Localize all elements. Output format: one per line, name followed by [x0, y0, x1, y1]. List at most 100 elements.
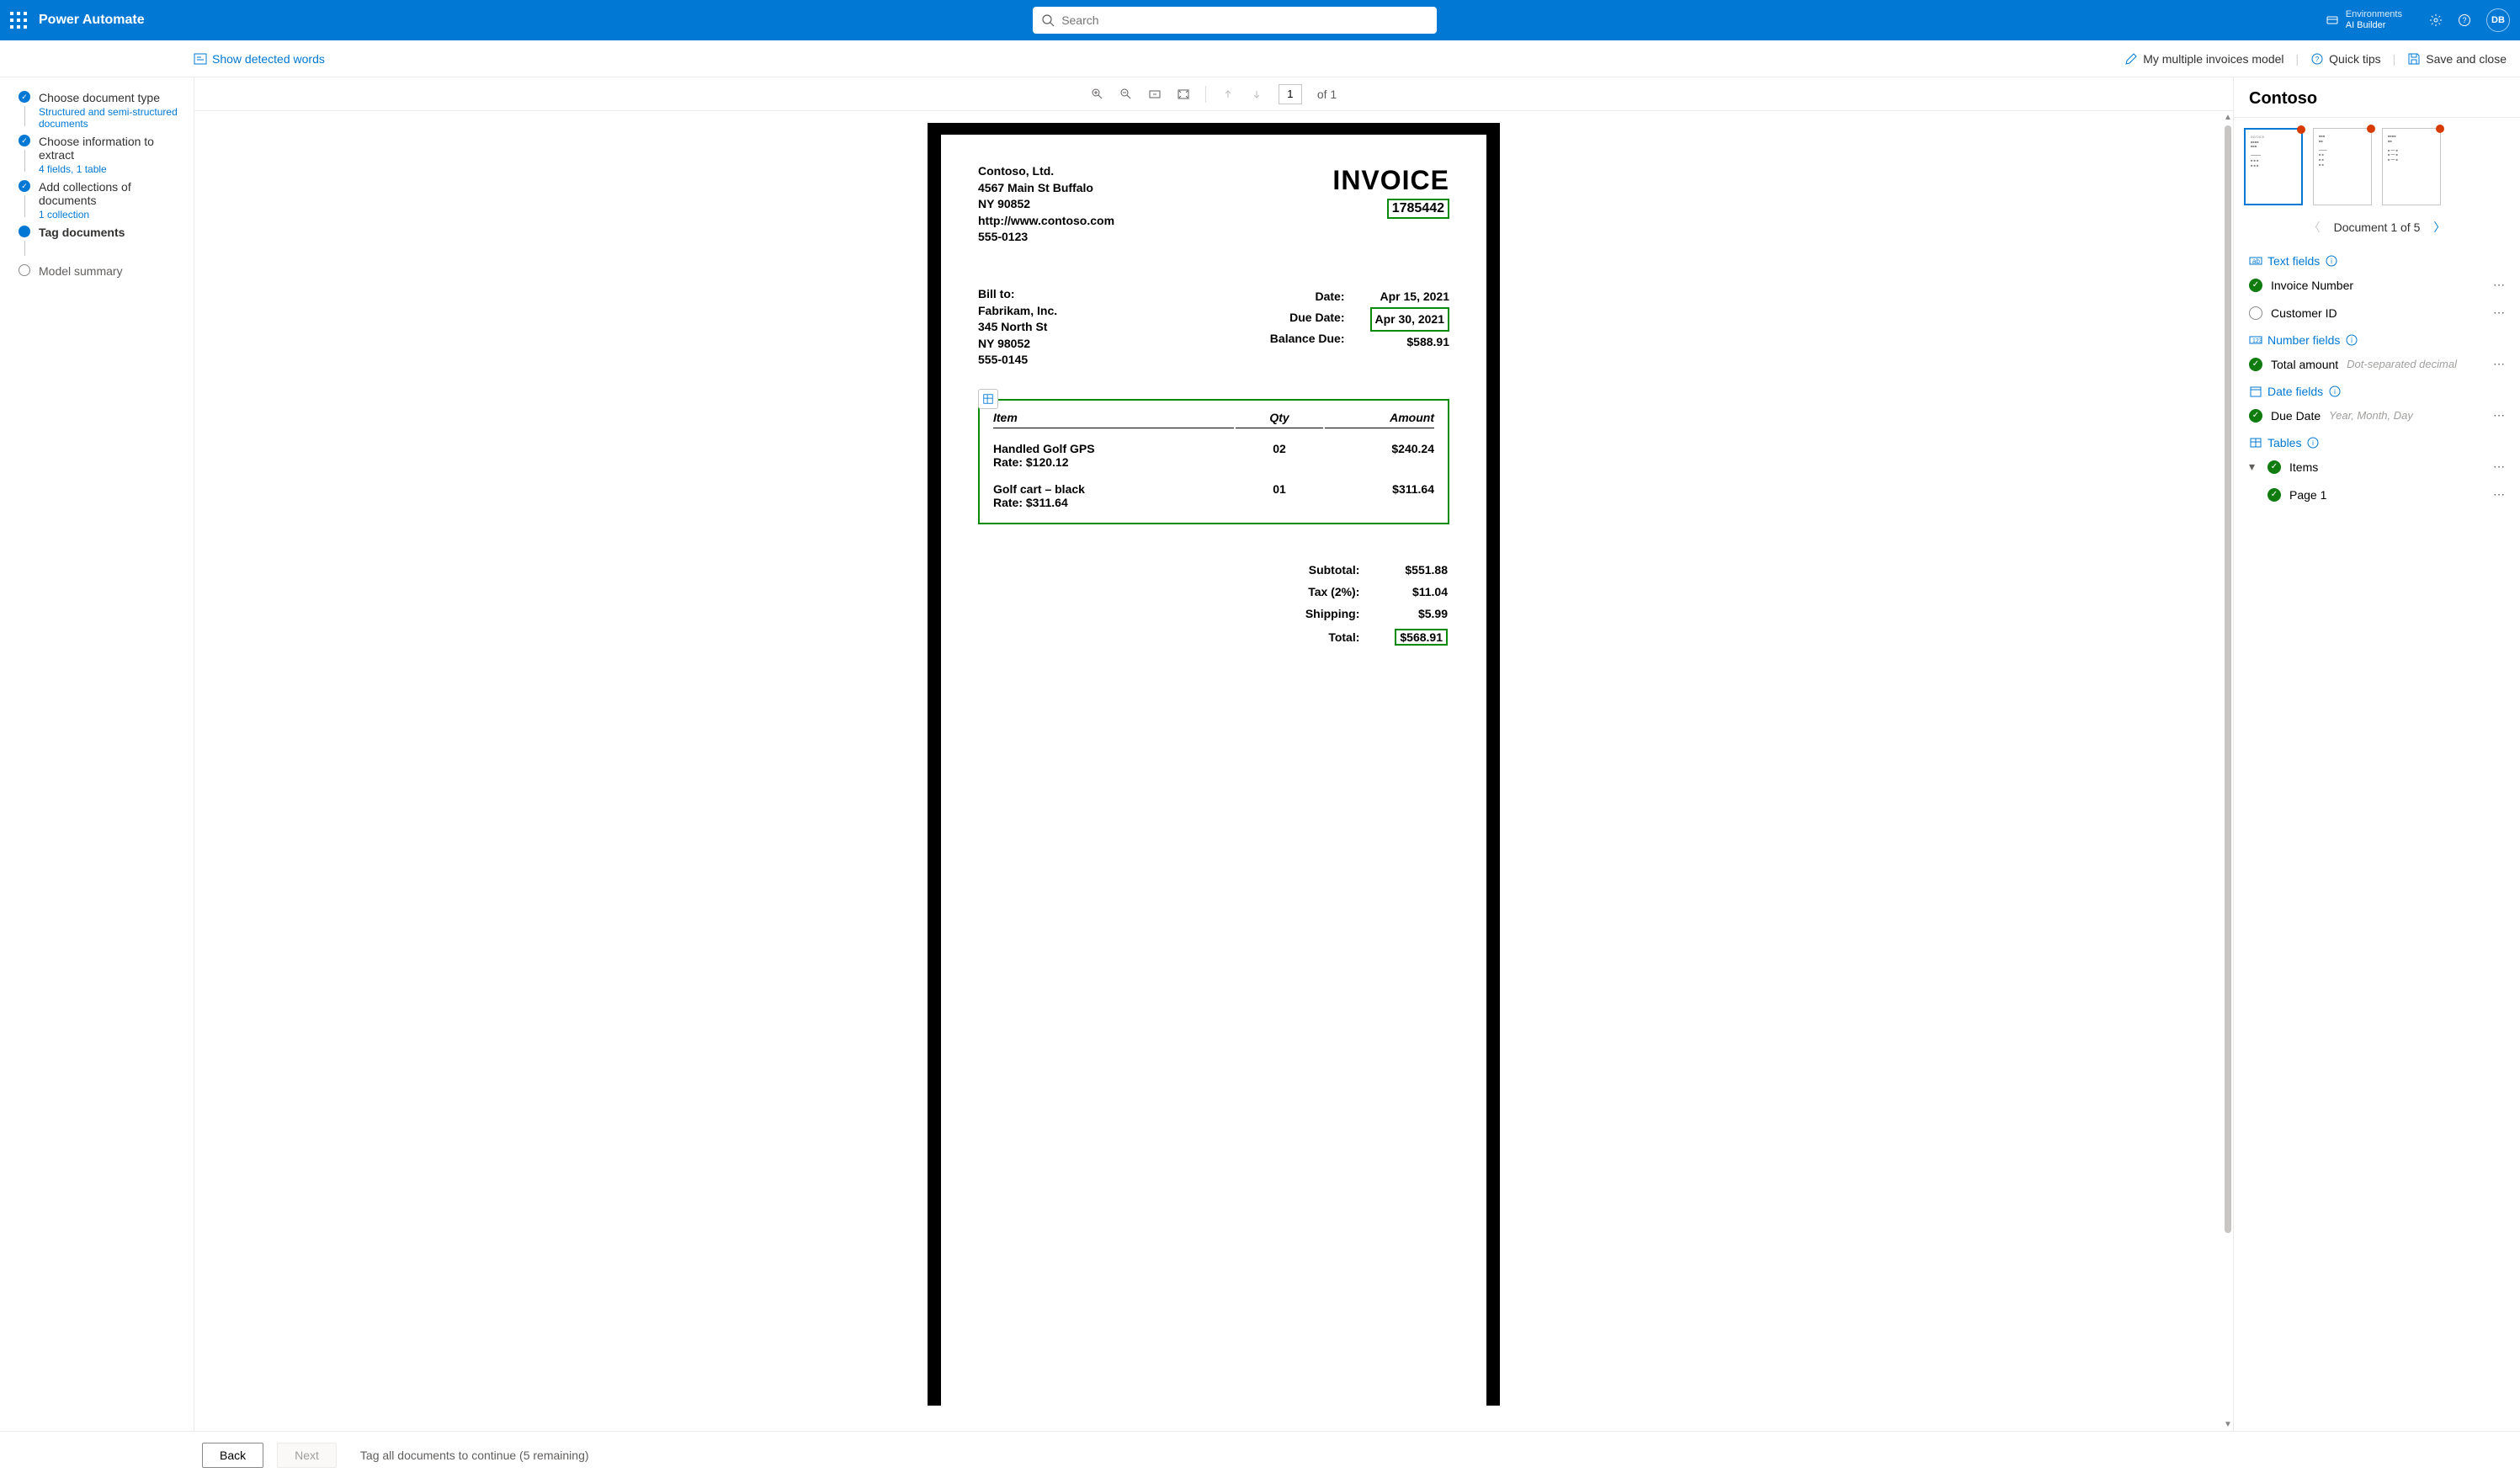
step-model-summary[interactable]: Model summary: [19, 264, 185, 278]
svg-text:ab: ab: [2252, 258, 2260, 265]
show-detected-words-button[interactable]: Show detected words: [194, 52, 325, 66]
doc-position-label: Document 1 of 5: [2334, 221, 2421, 234]
fit-page-icon[interactable]: [1177, 88, 1190, 101]
document-thumbnails: INVOICE■■■■■■■━━━━━■ ■ ■■ ■ ■ ■■■■■━━━━■…: [2234, 118, 2520, 210]
check-icon: ✓: [2249, 358, 2262, 371]
total-highlight[interactable]: $568.91: [1395, 629, 1448, 646]
search-input[interactable]: [1061, 13, 1428, 27]
more-icon[interactable]: ⋯: [2493, 408, 2505, 423]
thumbnail-1[interactable]: INVOICE■■■■■■■━━━━━■ ■ ■■ ■ ■: [2244, 128, 2303, 205]
thumbnail-3[interactable]: ■■■■■■■ ━━ ■■ ━━ ■■ ━━ ■: [2382, 128, 2441, 205]
collection-title: Contoso: [2234, 77, 2520, 118]
tagging-panel: Contoso INVOICE■■■■■■■━━━━━■ ■ ■■ ■ ■ ■■…: [2234, 77, 2520, 1431]
scroll-thumb[interactable]: [2225, 125, 2231, 1233]
th-qty: Qty: [1236, 411, 1323, 428]
zoom-out-icon[interactable]: [1119, 88, 1133, 101]
back-button[interactable]: Back: [202, 1443, 263, 1468]
prev-doc-button[interactable]: 〈: [2309, 219, 2321, 236]
th-item: Item: [993, 411, 1234, 428]
search-box[interactable]: [1033, 7, 1437, 34]
field-invoice-number[interactable]: ✓ Invoice Number ⋯: [2234, 271, 2520, 299]
environment-icon: [2326, 13, 2339, 27]
next-page-icon: [1250, 88, 1263, 101]
bill-to-name: Fabrikam, Inc.: [978, 303, 1057, 320]
balance-value: $588.91: [1370, 332, 1450, 353]
check-icon: ✓: [2267, 460, 2281, 474]
svg-text:i: i: [2313, 439, 2315, 447]
info-icon: ?: [2310, 52, 2324, 66]
step-choose-information[interactable]: ✓ Choose information to extract 4 fields…: [19, 135, 185, 175]
field-items-page1[interactable]: ✓ Page 1 ⋯: [2234, 481, 2520, 508]
page-total-label: of 1: [1317, 88, 1337, 101]
bill-to-addr1: 345 North St: [978, 319, 1057, 336]
svg-text:123: 123: [2252, 338, 2262, 344]
app-launcher-icon[interactable]: [10, 12, 27, 29]
scroll-up-icon[interactable]: ▲: [2224, 111, 2232, 124]
more-icon[interactable]: ⋯: [2493, 460, 2505, 474]
info-icon[interactable]: i: [2345, 333, 2358, 347]
text-field-icon: ab: [2249, 254, 2262, 268]
totals-block: Subtotal:$551.88 Tax (2%):$11.04 Shippin…: [978, 558, 1449, 651]
step-choose-document-type[interactable]: ✓ Choose document type Structured and se…: [19, 91, 185, 130]
info-icon[interactable]: i: [2328, 385, 2342, 398]
date-value: Apr 15, 2021: [1370, 286, 1450, 307]
wizard-footer: Back Next Tag all documents to continue …: [0, 1431, 2520, 1478]
zoom-in-icon[interactable]: [1091, 88, 1104, 101]
field-customer-id[interactable]: Customer ID ⋯: [2234, 299, 2520, 327]
settings-icon[interactable]: [2429, 13, 2443, 27]
next-doc-button[interactable]: 〉: [2433, 219, 2445, 236]
save-icon: [2407, 52, 2421, 66]
step-tag-documents[interactable]: Tag documents: [19, 226, 185, 259]
items-table-highlight[interactable]: Item Qty Amount Handled Golf GPSRate: $1…: [978, 399, 1449, 524]
page-number-input[interactable]: [1279, 84, 1302, 104]
environment-picker[interactable]: Environments AI Builder: [2326, 9, 2402, 31]
svg-text:?: ?: [2315, 56, 2320, 63]
svg-text:i: i: [2334, 388, 2336, 396]
more-icon[interactable]: ⋯: [2493, 278, 2505, 292]
svg-text:i: i: [2351, 337, 2353, 344]
model-name-link[interactable]: My multiple invoices model: [2124, 52, 2283, 66]
invoice-number-highlight[interactable]: 1785442: [1387, 199, 1449, 219]
th-amount: Amount: [1325, 411, 1434, 428]
document-pager: 〈 Document 1 of 5 〉: [2234, 210, 2520, 247]
balance-label: Balance Due:: [1270, 328, 1345, 349]
step-add-collections[interactable]: ✓ Add collections of documents 1 collect…: [19, 180, 185, 221]
date-label: Date:: [1270, 286, 1345, 307]
help-icon[interactable]: ?: [2458, 13, 2471, 27]
environment-label: Environments: [2346, 9, 2402, 20]
svg-text:i: i: [2331, 258, 2332, 265]
date-field-icon: [2249, 385, 2262, 398]
field-items-table[interactable]: ▾ ✓ Items ⋯: [2234, 453, 2520, 481]
bill-to-addr2: NY 98052: [978, 336, 1057, 353]
field-total-amount[interactable]: ✓ Total amount Dot-separated decimal ⋯: [2234, 350, 2520, 378]
chevron-down-icon[interactable]: ▾: [2249, 460, 2259, 474]
due-date-highlight[interactable]: Apr 30, 2021: [1370, 307, 1450, 332]
company-addr2: NY 90852: [978, 196, 1449, 213]
bill-to-phone: 555-0145: [978, 352, 1057, 369]
svg-text:?: ?: [2462, 16, 2466, 24]
field-due-date[interactable]: ✓ Due Date Year, Month, Day ⋯: [2234, 401, 2520, 429]
user-avatar[interactable]: DB: [2486, 8, 2510, 32]
more-icon[interactable]: ⋯: [2493, 487, 2505, 502]
table-tag-icon[interactable]: [978, 389, 998, 409]
thumbnail-2[interactable]: ■■■■■━━━━■ ■■ ■■ ■: [2313, 128, 2372, 205]
table-row: Handled Golf GPSRate: $120.12 02 $240.24: [993, 430, 1434, 469]
save-and-close-button[interactable]: Save and close: [2407, 52, 2507, 66]
quick-tips-button[interactable]: ? Quick tips: [2310, 52, 2380, 66]
date-fields-header: Date fields i: [2234, 378, 2520, 401]
footer-message: Tag all documents to continue (5 remaini…: [360, 1449, 589, 1462]
fit-width-icon[interactable]: [1148, 88, 1162, 101]
bill-to-label: Bill to:: [978, 286, 1057, 303]
info-icon[interactable]: i: [2306, 436, 2320, 449]
document-preview[interactable]: Contoso, Ltd. 4567 Main St Buffalo NY 90…: [928, 123, 1500, 1406]
search-icon: [1041, 13, 1055, 27]
more-icon[interactable]: ⋯: [2493, 357, 2505, 371]
info-icon[interactable]: i: [2325, 254, 2338, 268]
company-url: http://www.contoso.com: [978, 213, 1449, 230]
viewer-scrollbar[interactable]: ▲ ▼: [2223, 111, 2233, 1431]
thumbnail-4-partial[interactable]: [2451, 128, 2461, 205]
scroll-down-icon[interactable]: ▼: [2224, 1418, 2232, 1431]
unchecked-icon: [2249, 306, 2262, 320]
more-icon[interactable]: ⋯: [2493, 306, 2505, 320]
text-fields-header: ab Text fields i: [2234, 247, 2520, 271]
